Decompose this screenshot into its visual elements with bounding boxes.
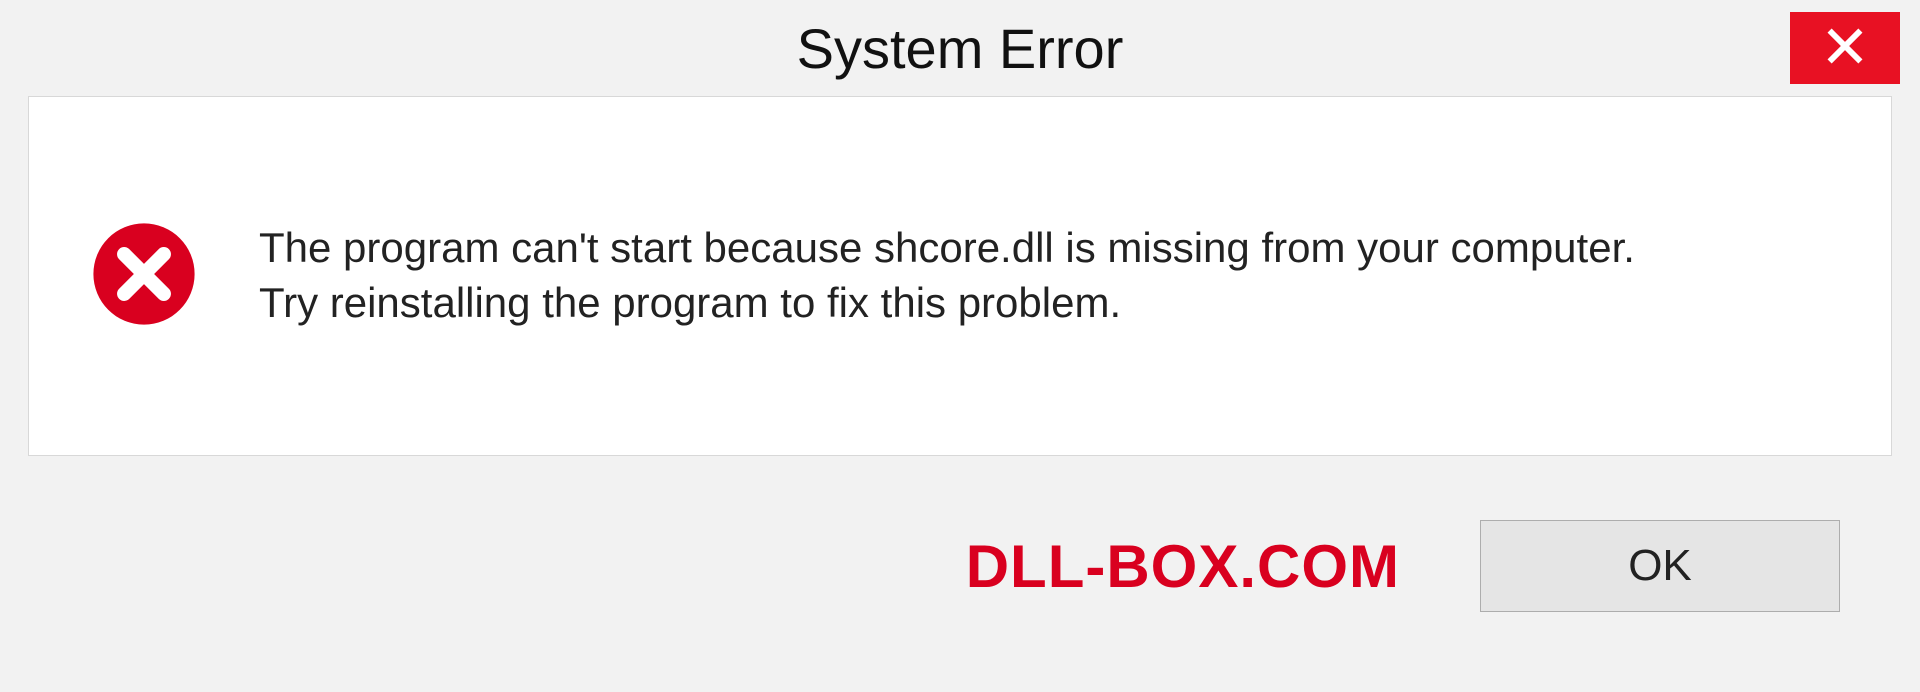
close-button[interactable]	[1790, 12, 1900, 84]
content-area: The program can't start because shcore.d…	[28, 96, 1892, 456]
error-icon	[89, 219, 199, 334]
watermark-text: DLL-BOX.COM	[966, 532, 1400, 601]
error-message-line1: The program can't start because shcore.d…	[259, 221, 1635, 276]
close-icon	[1825, 26, 1865, 71]
error-message-line2: Try reinstalling the program to fix this…	[259, 276, 1635, 331]
window-title: System Error	[797, 16, 1124, 81]
footer: DLL-BOX.COM OK	[0, 456, 1920, 676]
error-message: The program can't start because shcore.d…	[259, 221, 1635, 330]
titlebar: System Error	[0, 0, 1920, 96]
error-dialog: System Error The program can't start bec…	[0, 0, 1920, 692]
ok-button[interactable]: OK	[1480, 520, 1840, 612]
